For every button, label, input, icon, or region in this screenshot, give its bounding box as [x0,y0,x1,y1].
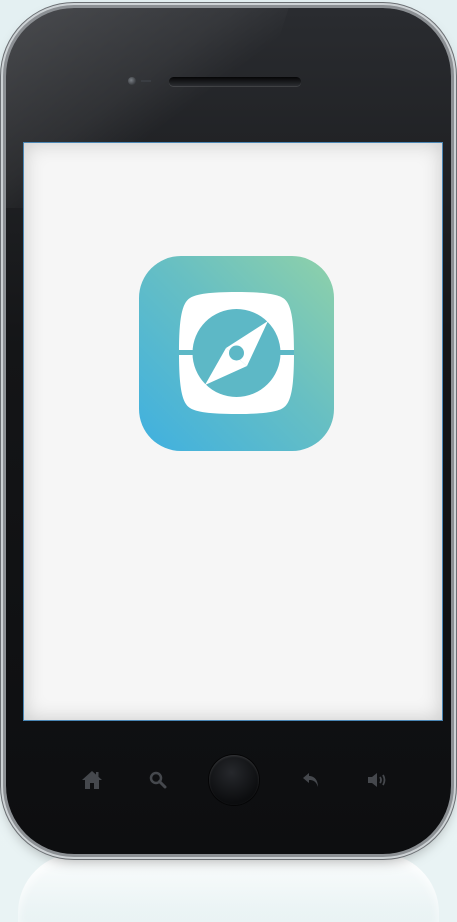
sensor [141,80,151,82]
app-icon[interactable] [139,256,334,451]
back-icon[interactable] [294,763,328,797]
phone-screen[interactable] [23,142,443,721]
phone-reflection [18,853,439,922]
search-icon[interactable] [141,763,175,797]
hardware-bar [26,727,436,837]
front-camera [128,77,136,85]
home-icon[interactable] [75,763,109,797]
home-button[interactable] [209,755,259,805]
earpiece-speaker [169,77,301,86]
volume-icon[interactable] [361,763,395,797]
compass-icon [179,292,294,414]
